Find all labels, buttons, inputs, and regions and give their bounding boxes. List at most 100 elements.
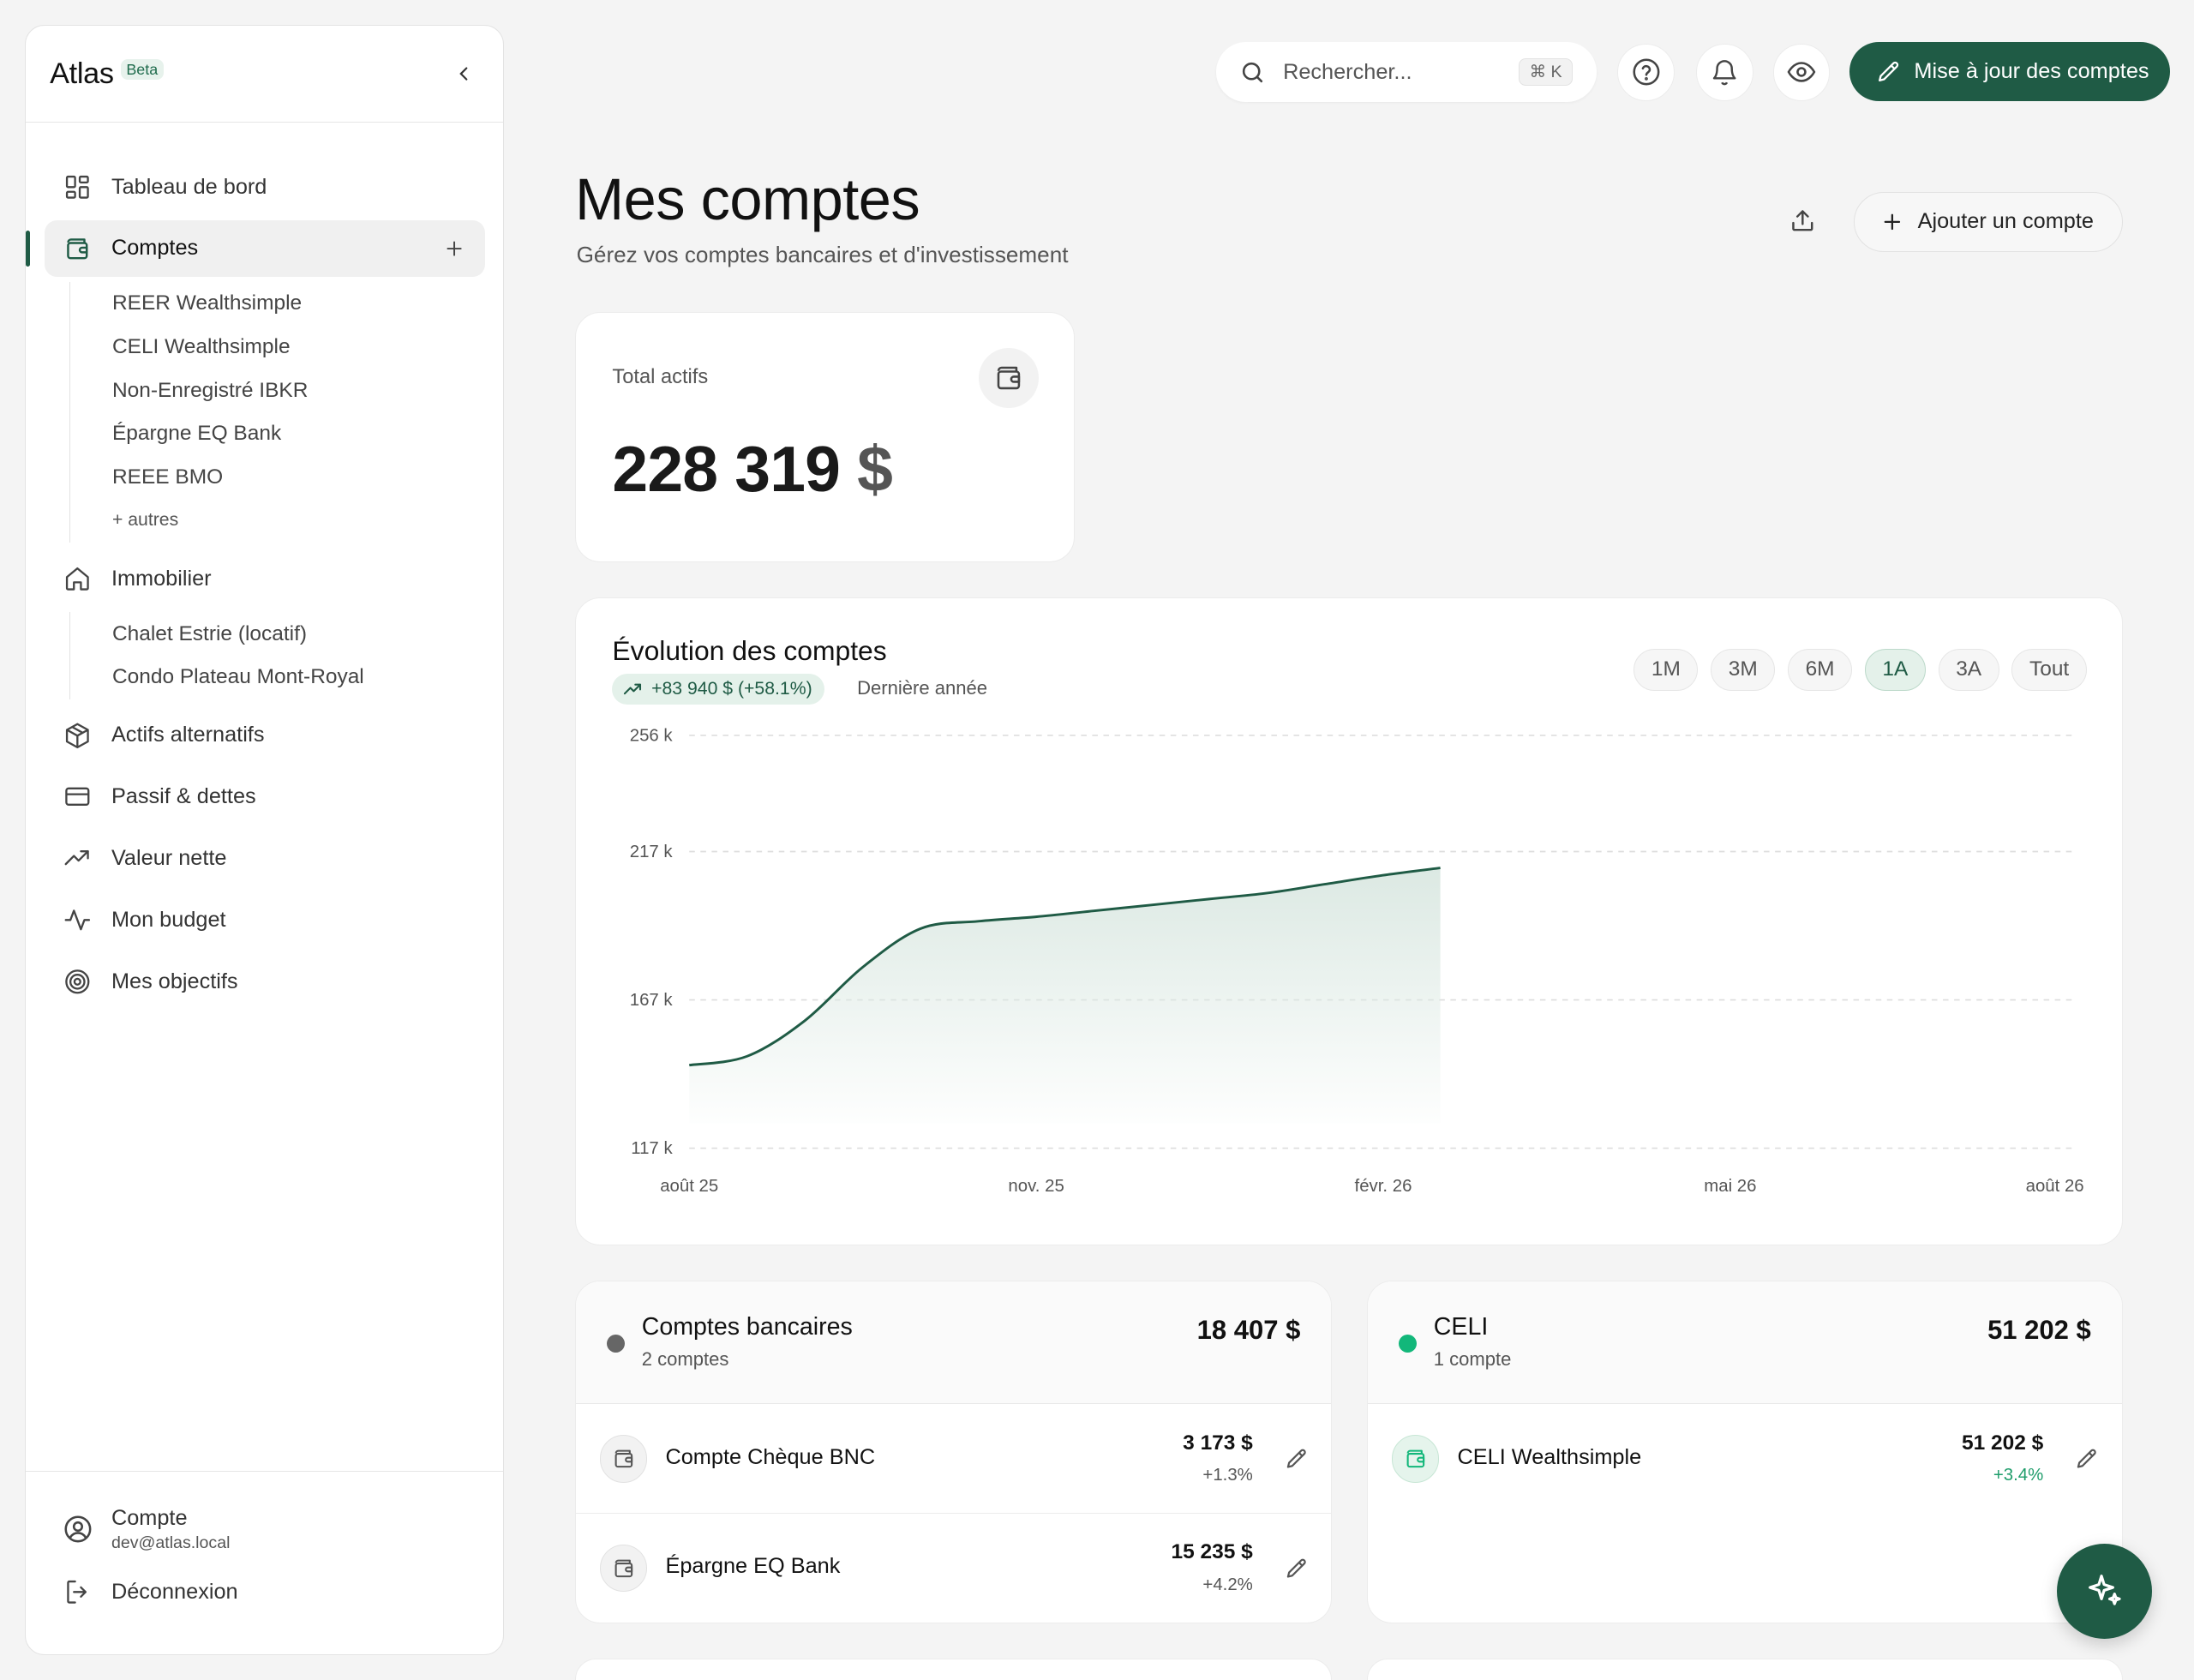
sidebar-nav: Tableau de bord Comptes REER Wealthsimpl…: [26, 123, 502, 1010]
account-group-bank: Comptes bancaires 2 comptes 18 407 $ Com…: [574, 1280, 1333, 1623]
evolution-card: Évolution des comptes +83 940 $ (+58.1%)…: [574, 597, 2123, 1245]
pencil-icon: [1286, 1449, 1306, 1469]
edit-account-button[interactable]: [1280, 1553, 1311, 1584]
wallet-icon: [979, 347, 1040, 409]
total-assets-card: Total actifs 228 319 $: [574, 312, 1075, 563]
account-row[interactable]: CELI Wealthsimple 51 202 $ +3.4%: [1368, 1404, 2122, 1513]
search-input[interactable]: Rechercher... ⌘ K: [1215, 41, 1597, 103]
submenu-more-link[interactable]: + autres: [112, 499, 503, 543]
sidebar-item-label: Tableau de bord: [111, 174, 267, 199]
sparkles-icon: [2088, 1575, 2121, 1606]
collapse-sidebar-button[interactable]: [447, 57, 480, 91]
sidebar-header: Atlas Beta: [26, 26, 503, 123]
submenu-item[interactable]: CELI Wealthsimple: [112, 326, 503, 369]
account-email: dev@atlas.local: [111, 1533, 231, 1552]
sidebar-item-dashboard[interactable]: Tableau de bord: [45, 159, 485, 214]
account-label: Compte: [111, 1505, 188, 1530]
app-logo[interactable]: Atlas: [50, 57, 114, 91]
wallet-icon: [1391, 1435, 1440, 1483]
sidebar-item-real-estate[interactable]: Immobilier: [45, 551, 485, 607]
group-color-dot: [1398, 1334, 1418, 1353]
submenu-item[interactable]: Épargne EQ Bank: [112, 412, 503, 456]
target-icon: [63, 966, 93, 997]
search-shortcut: ⌘ K: [1519, 57, 1574, 87]
sidebar-item-label: Immobilier: [111, 566, 212, 591]
group-header[interactable]: CELI 1 compte 51 202 $: [1368, 1281, 2122, 1405]
logout-icon: [63, 1577, 93, 1608]
export-button[interactable]: [1781, 199, 1825, 243]
y-tick-label: 256 k: [630, 727, 674, 746]
help-circle-icon: [1633, 58, 1660, 86]
x-tick-label: mai 26: [1704, 1177, 1756, 1196]
toggle-visibility-button[interactable]: [1772, 43, 1831, 101]
real-estate-submenu: Chalet Estrie (locatif) Condo Plateau Mo…: [69, 612, 503, 699]
plus-icon: [447, 241, 462, 256]
submenu-item[interactable]: REER Wealthsimple: [112, 282, 503, 326]
next-group-card: [1367, 1658, 2123, 1680]
sidebar-item-liabilities[interactable]: Passif & dettes: [45, 769, 485, 825]
ai-assistant-button[interactable]: [2056, 1543, 2152, 1639]
add-account-button[interactable]: Ajouter un compte: [1854, 191, 2123, 252]
account-name: Compte Chèque BNC: [665, 1444, 876, 1469]
y-tick-label: 217 k: [630, 843, 674, 861]
sidebar-item-budget[interactable]: Mon budget: [45, 892, 485, 948]
area-fill: [689, 867, 1441, 1124]
user-circle-icon: [63, 1514, 93, 1545]
y-tick-label: 117 k: [631, 1139, 673, 1158]
home-icon: [63, 563, 93, 594]
page-subtitle: Gérez vos comptes bancaires et d'investi…: [576, 242, 1069, 268]
chevron-left-icon: [459, 67, 468, 81]
account-amount: 51 202 $: [1961, 1431, 2044, 1455]
account-change: +1.3%: [1202, 1466, 1253, 1485]
sidebar-item-label: Mes objectifs: [111, 969, 238, 993]
trending-up-icon: [63, 843, 93, 874]
edit-account-button[interactable]: [1280, 1443, 1311, 1474]
next-group-card: [574, 1658, 1333, 1680]
sidebar-item-net-worth[interactable]: Valeur nette: [45, 831, 485, 886]
x-tick-label: nov. 25: [1008, 1177, 1064, 1196]
page-title: Mes comptes: [574, 165, 920, 232]
account-change: +4.2%: [1202, 1575, 1253, 1594]
sidebar-item-label: Actifs alternatifs: [111, 723, 265, 747]
grid-icon: [63, 171, 93, 202]
edit-account-button[interactable]: [2071, 1443, 2102, 1474]
bell-icon: [1712, 60, 1736, 86]
y-tick-label: 167 k: [630, 991, 674, 1010]
group-color-dot: [606, 1334, 626, 1353]
group-header[interactable]: Comptes bancaires 2 comptes 18 407 $: [575, 1281, 1332, 1405]
submenu-item[interactable]: Non-Enregistré IBKR: [112, 369, 503, 412]
sidebar-item-accounts[interactable]: Comptes: [26, 220, 485, 277]
help-button[interactable]: [1617, 43, 1675, 101]
notifications-button[interactable]: [1695, 43, 1753, 101]
group-total: 51 202 $: [1987, 1315, 2091, 1345]
account-row[interactable]: Compte Chèque BNC 3 173 $ +1.3%: [575, 1404, 1332, 1514]
total-assets-amount: 228 319 $: [612, 432, 893, 505]
add-account-plus-button[interactable]: [443, 237, 465, 260]
logout-label: Déconnexion: [111, 1580, 238, 1605]
eye-icon: [1787, 62, 1816, 82]
wallet-icon: [63, 233, 93, 264]
update-accounts-button[interactable]: Mise à jour des comptes: [1849, 41, 2171, 101]
accounts-submenu: REER Wealthsimple CELI Wealthsimple Non-…: [69, 282, 503, 543]
total-assets-label: Total actifs: [612, 366, 709, 389]
sidebar-item-label: Passif & dettes: [111, 784, 256, 809]
wallet-icon: [599, 1544, 648, 1593]
submenu-item[interactable]: REEE BMO: [112, 456, 503, 500]
submenu-item[interactable]: Chalet Estrie (locatif): [112, 612, 503, 656]
group-name: CELI: [1433, 1313, 1489, 1341]
logout-button[interactable]: Déconnexion: [63, 1577, 503, 1608]
wallet-icon: [599, 1435, 648, 1483]
account-group-celi: CELI 1 compte 51 202 $ CELI Wealthsimple…: [1367, 1280, 2123, 1623]
group-count: 1 compte: [1433, 1348, 1512, 1371]
x-tick-label: août 26: [2026, 1177, 2084, 1196]
sidebar: Atlas Beta Tableau de bord Comptes REER …: [25, 25, 504, 1656]
sidebar-item-goals[interactable]: Mes objectifs: [45, 954, 485, 1010]
upload-icon: [1792, 210, 1813, 231]
sidebar-item-label: Comptes: [111, 236, 199, 261]
account-row[interactable]: Épargne EQ Bank 15 235 $ +4.2%: [576, 1514, 1331, 1623]
submenu-item[interactable]: Condo Plateau Mont-Royal: [112, 656, 503, 699]
account-menu[interactable]: Compte dev@atlas.local: [63, 1506, 503, 1553]
pencil-icon: [2077, 1449, 2096, 1469]
sidebar-item-alternative-assets[interactable]: Actifs alternatifs: [45, 707, 485, 763]
group-count: 2 comptes: [641, 1348, 729, 1371]
